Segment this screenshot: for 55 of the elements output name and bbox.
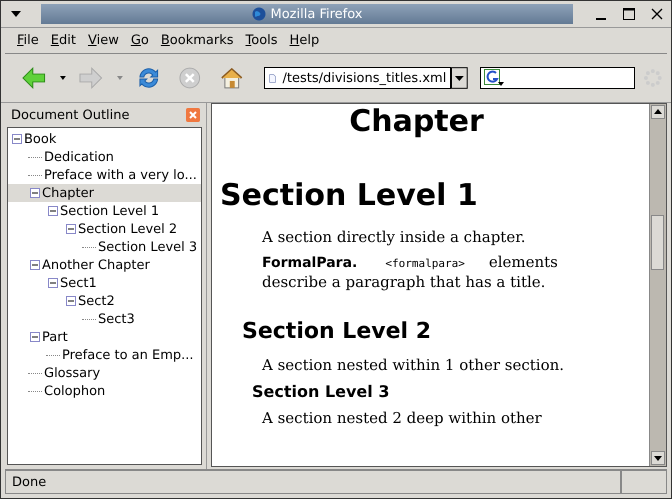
back-arrow-icon[interactable] — [21, 65, 47, 91]
paragraph: A section directly inside a chapter. — [262, 228, 526, 247]
dropdown-arrow-icon[interactable] — [58, 75, 66, 81]
address-field[interactable]: /tests/divisions_titles.xml — [264, 67, 452, 89]
menu-item[interactable]: Bookmarks — [154, 33, 240, 48]
collapse-icon[interactable] — [48, 278, 58, 288]
tree-item[interactable]: Glossary — [8, 364, 201, 382]
collapse-icon[interactable] — [12, 134, 22, 144]
collapse-icon[interactable] — [30, 260, 40, 270]
scroll-down-icon[interactable] — [651, 451, 665, 465]
tree-item[interactable]: Sect3 — [8, 310, 201, 328]
menu-item[interactable]: File — [11, 33, 45, 48]
search-engine-icon[interactable] — [484, 69, 504, 87]
section-heading: Section Level 3 — [252, 381, 390, 403]
window-title: Mozilla Firefox — [270, 6, 362, 22]
paragraph: A section nested within 1 other section. — [262, 356, 566, 375]
tree-item[interactable]: Section Level 2 — [8, 220, 201, 238]
tree-item[interactable]: Chapter — [8, 184, 201, 202]
tree-item[interactable]: Section Level 1 — [8, 202, 201, 220]
paragraph: A section nested 2 deep within other — [262, 409, 543, 428]
scroll-up-icon[interactable] — [651, 105, 665, 119]
paragraph: FormalPara. <formalpara> elements describe a paragraph that has a title. — [262, 253, 559, 292]
menu-item[interactable]: Edit — [44, 33, 82, 48]
scroll-thumb[interactable] — [651, 215, 664, 270]
scrollbar[interactable] — [649, 104, 666, 466]
tree-item[interactable]: Preface with a very lo... — [8, 166, 201, 184]
collapse-icon[interactable] — [30, 188, 40, 198]
globe-icon — [252, 7, 266, 21]
menu-item[interactable]: Help — [284, 33, 326, 48]
chapter-heading: Chapter — [348, 104, 485, 140]
collapse-icon[interactable] — [66, 224, 76, 234]
sidebar-title: Document Outline — [11, 108, 130, 122]
section-heading: Section Level 1 — [220, 178, 479, 214]
collapse-icon[interactable] — [66, 296, 76, 306]
menu-item[interactable]: Go — [124, 33, 155, 48]
window-menu-icon[interactable] — [9, 10, 23, 18]
collapse-icon[interactable] — [30, 332, 40, 342]
close-icon[interactable] — [649, 6, 665, 22]
tree-item[interactable]: Section Level 3 — [8, 238, 201, 256]
tree-item[interactable]: Preface to an Emp... — [8, 346, 201, 364]
tree-item[interactable]: Part — [8, 328, 201, 346]
tree-item[interactable]: Dedication — [8, 148, 201, 166]
status-text: Done — [5, 470, 621, 494]
tree-item[interactable]: Sect2 — [8, 292, 201, 310]
search-field[interactable] — [480, 67, 636, 89]
tree-item[interactable]: Another Chapter — [8, 256, 201, 274]
menu-item[interactable]: Tools — [240, 33, 284, 48]
tree-item[interactable]: Book — [8, 130, 201, 148]
home-icon[interactable] — [218, 65, 244, 91]
maximize-icon[interactable] — [621, 6, 637, 22]
tree-item[interactable]: Sect1 — [8, 274, 201, 292]
menu-item[interactable]: View — [82, 33, 125, 48]
section-heading: Section Level 2 — [242, 318, 432, 346]
collapse-icon[interactable] — [48, 206, 58, 216]
tree-item[interactable]: Colophon — [8, 382, 201, 400]
